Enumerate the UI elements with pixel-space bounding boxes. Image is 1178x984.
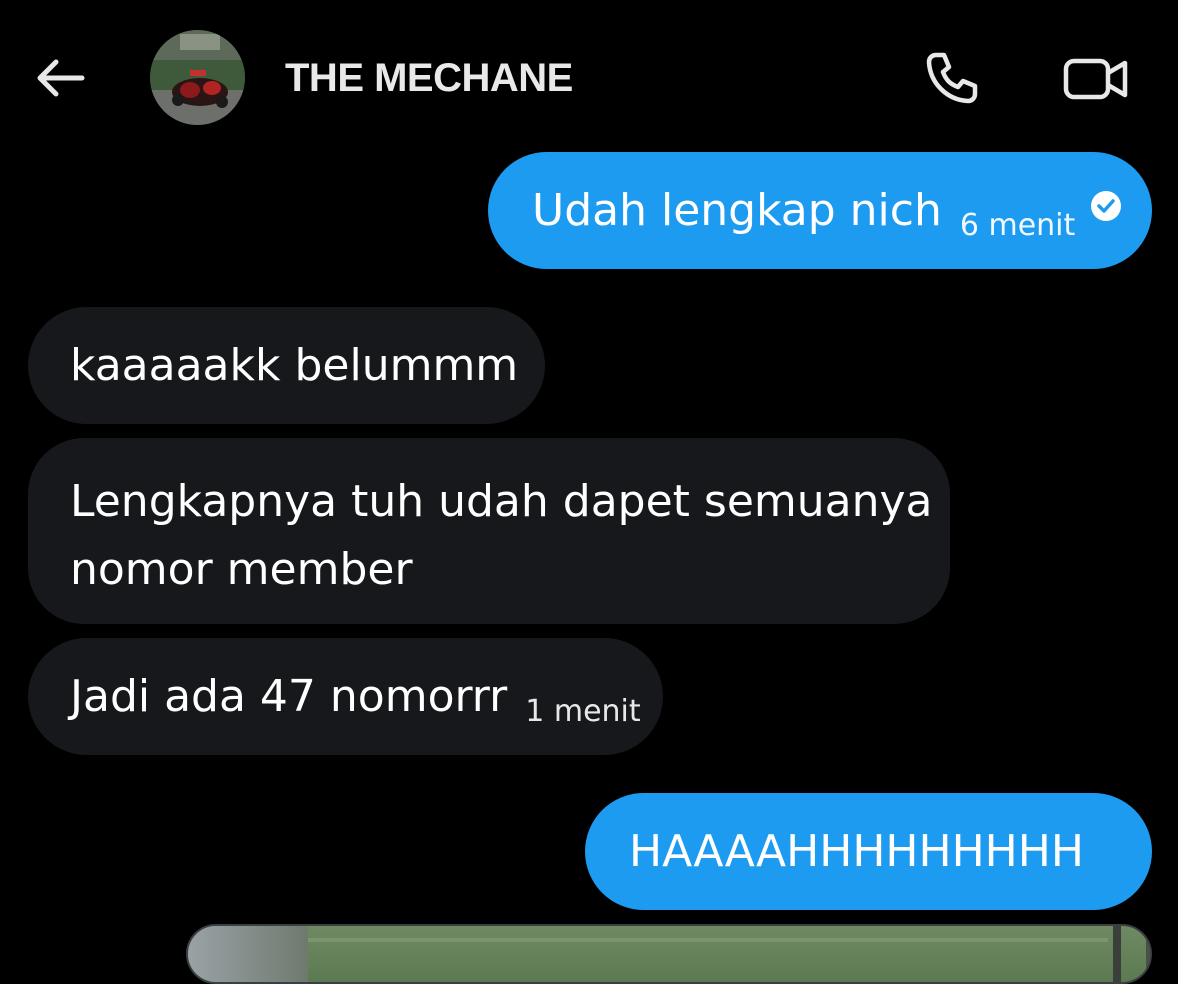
incoming-message[interactable]: Jadi ada 47 nomorrr 1 menit xyxy=(28,638,663,755)
outgoing-message[interactable]: HAAAAHHHHHHHHH xyxy=(585,793,1152,910)
incoming-message[interactable]: Lengkapnya tuh udah dapet semuanya nomor… xyxy=(28,438,950,624)
outgoing-message[interactable]: Udah lengkap nich 6 menit xyxy=(488,152,1152,269)
back-button[interactable] xyxy=(28,50,92,106)
message-timestamp: 1 menit xyxy=(525,694,641,729)
call-button[interactable] xyxy=(918,46,984,110)
video-camera-icon xyxy=(1063,58,1128,100)
phone-icon xyxy=(926,52,978,104)
message-text: kaaaaakk belummm xyxy=(70,340,519,391)
media-image-detail xyxy=(1113,926,1121,982)
media-image-detail xyxy=(1146,926,1150,982)
message-text: Udah lengkap nich xyxy=(532,185,942,236)
read-check-icon xyxy=(1089,176,1123,242)
message-text: Jadi ada 47 nomorrr xyxy=(70,671,508,722)
contact-name[interactable]: THE MECHANE xyxy=(285,52,573,104)
avatar-image xyxy=(150,30,245,125)
avatar[interactable] xyxy=(150,30,245,125)
message-text-line: nomor member xyxy=(70,544,413,595)
media-message-preview[interactable] xyxy=(186,924,1152,984)
message-timestamp: 6 menit xyxy=(959,208,1076,243)
incoming-message[interactable]: kaaaaakk belummm xyxy=(28,307,545,424)
media-image-region xyxy=(188,926,308,982)
conversation-header: THE MECHANE xyxy=(0,0,1178,150)
message-text-line: Lengkapnya tuh udah dapet semuanya xyxy=(70,476,933,527)
media-image-detail xyxy=(308,938,1108,942)
video-call-button[interactable] xyxy=(1058,50,1134,108)
message-text: HAAAAHHHHHHHHH xyxy=(629,826,1084,877)
arrow-left-icon xyxy=(37,59,85,97)
